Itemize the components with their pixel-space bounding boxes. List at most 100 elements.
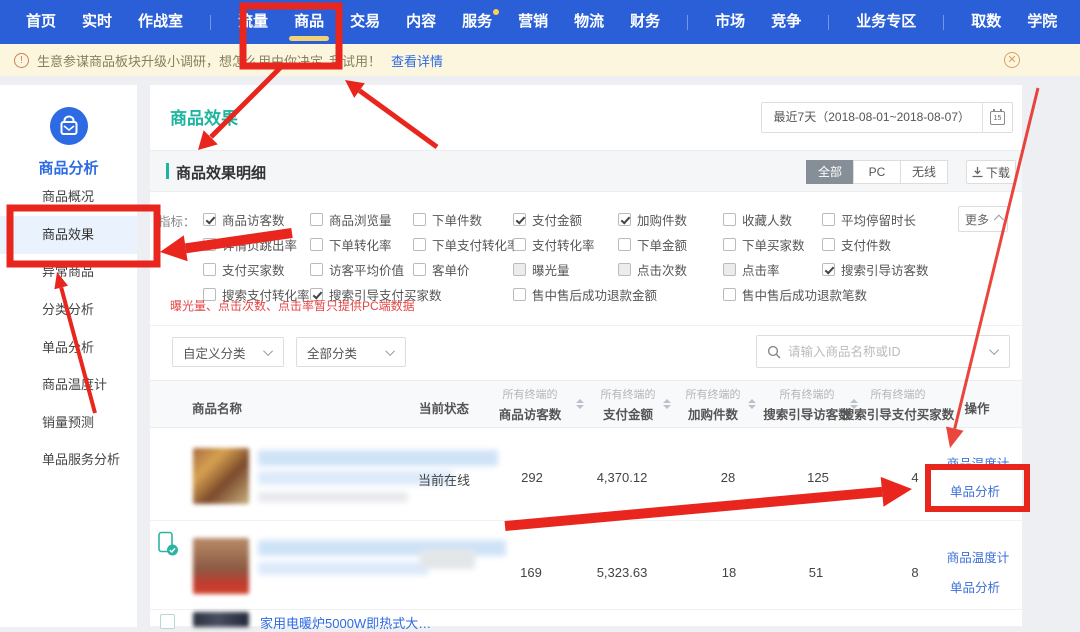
checkbox[interactable] [822,263,835,276]
nav-item-data-fetch[interactable]: 取数 [971,0,1001,44]
checkbox[interactable] [413,213,426,226]
checkbox[interactable] [513,263,526,276]
metric-favorites[interactable]: 收藏人数 [723,211,792,227]
col-action: 操作 [964,398,989,417]
nav-item-warroom[interactable]: 作战室 [138,0,183,44]
checkbox[interactable] [203,213,216,226]
sort-icon[interactable] [850,399,858,409]
metric-refund-count[interactable]: 售中售后成功退款笔数 [723,286,867,302]
product-name-link[interactable]: 家用电暖炉5000W即热式大… [260,613,431,632]
checkbox[interactable] [618,213,631,226]
nav-item-product[interactable]: 商品 [294,0,324,44]
banner-detail-link[interactable]: 查看详情 [391,51,443,70]
nav-item-logistics[interactable]: 物流 [574,0,604,44]
product-search-box[interactable] [756,335,1010,368]
nav-item-traffic[interactable]: 流量 [238,0,268,44]
checkbox[interactable] [203,238,216,251]
metric-search-guided-visitors[interactable]: 搜索引导访客数 [822,261,929,277]
metric-pay-buyers[interactable]: 支付买家数 [203,261,285,277]
metric-avg-stay-time[interactable]: 平均停留时长 [822,211,916,227]
checkbox[interactable] [203,263,216,276]
metric-order-items[interactable]: 下单件数 [413,211,482,227]
checkbox[interactable] [310,238,323,251]
checkbox[interactable] [723,238,736,251]
metric-detail-bounce-rate[interactable]: 详情页跳出率 [203,236,297,252]
metric-per-customer-price[interactable]: 客单价 [413,261,470,277]
nav-item-marketing[interactable]: 营销 [518,0,548,44]
action-product-thermometer[interactable]: 商品温度计 [947,453,1010,472]
tab-pc[interactable]: PC [853,160,901,184]
metric-visitor-avg-value[interactable]: 访客平均价值 [310,261,404,277]
date-range-picker[interactable]: 最近7天（2018-08-01~2018-08-07） 15 [761,102,1013,133]
metric-refund-amount[interactable]: 售中售后成功退款金额 [513,286,657,302]
nav-item-home[interactable]: 首页 [26,0,56,44]
custom-category-dropdown[interactable]: 自定义分类 [172,337,284,367]
calendar-icon[interactable]: 15 [982,103,1012,132]
nav-item-business-zone[interactable]: 业务专区 [856,0,916,44]
checkbox[interactable] [310,213,323,226]
metric-product-visitors[interactable]: 商品访客数 [203,211,285,227]
sort-icon[interactable] [576,399,584,409]
checkbox[interactable] [618,263,631,276]
nav-item-trade[interactable]: 交易 [350,0,380,44]
checkbox[interactable] [310,263,323,276]
product-subtext-redacted [258,492,408,502]
checkbox[interactable] [513,288,526,301]
sidebar-item-category-analysis[interactable]: 分类分析 [0,291,137,329]
checkbox[interactable] [513,238,526,251]
checkbox[interactable] [413,263,426,276]
metric-payment-amount[interactable]: 支付金额 [513,211,582,227]
metric-impressions[interactable]: 曝光量 [513,261,570,277]
metric-click-rate[interactable]: 点击率 [723,261,780,277]
action-product-thermometer[interactable]: 商品温度计 [947,547,1010,566]
search-input[interactable] [788,345,985,359]
sort-icon[interactable] [663,399,671,409]
sidebar-item-product-overview[interactable]: 商品概况 [0,178,137,216]
sidebar-item-single-product-service[interactable]: 单品服务分析 [0,441,137,479]
sidebar-item-abnormal-products[interactable]: 异常商品 [0,253,137,291]
more-button[interactable]: 更多 [958,206,1008,232]
nav-item-content[interactable]: 内容 [406,0,436,44]
metric-order-conv-rate[interactable]: 下单转化率 [310,236,392,252]
metric-order-buyers[interactable]: 下单买家数 [723,236,805,252]
metric-cart-adds[interactable]: 加购件数 [618,211,687,227]
close-icon[interactable]: ✕ [1004,52,1020,68]
product-image [193,612,249,627]
checkbox[interactable] [723,213,736,226]
checkbox[interactable] [822,238,835,251]
sidebar-item-sales-forecast[interactable]: 销量预测 [0,404,137,442]
metric-order-pay-conv-rate[interactable]: 下单支付转化率 [413,236,520,252]
nav-item-service[interactable]: 服务 [462,0,492,44]
tab-all[interactable]: 全部 [806,160,854,184]
metric-clicks[interactable]: 点击次数 [618,261,687,277]
nav-item-academy[interactable]: 学院 [1027,0,1057,44]
nav-item-finance[interactable]: 财务 [630,0,660,44]
metric-product-views[interactable]: 商品浏览量 [310,211,392,227]
action-single-product-analysis[interactable]: 单品分析 [950,577,1000,596]
metric-pay-conv-rate[interactable]: 支付转化率 [513,236,595,252]
download-button[interactable]: 下载 [966,160,1016,184]
sidebar-item-product-effect[interactable]: 商品效果 [0,216,137,254]
sidebar-item-product-thermometer[interactable]: 商品温度计 [0,366,137,404]
nav-item-realtime[interactable]: 实时 [82,0,112,44]
col-product-name: 商品名称 [192,398,242,417]
checkbox[interactable] [618,238,631,251]
search-icon [767,345,781,359]
sort-icon[interactable] [748,399,756,409]
all-category-dropdown[interactable]: 全部分类 [296,337,406,367]
banner-cta[interactable]: 我试用！ [329,51,381,70]
search-visitors-cell: 51 [809,565,823,580]
tab-wireless[interactable]: 无线 [900,160,948,184]
metric-pay-items[interactable]: 支付件数 [822,236,891,252]
nav-item-market[interactable]: 市场 [715,0,745,44]
checkbox[interactable] [822,213,835,226]
checkbox[interactable] [723,263,736,276]
checkbox[interactable] [513,213,526,226]
action-single-product-analysis[interactable]: 单品分析 [950,481,1000,500]
checkbox[interactable] [723,288,736,301]
metric-order-amount[interactable]: 下单金额 [618,236,687,252]
nav-item-competition[interactable]: 竞争 [771,0,801,44]
sidebar-item-single-product-analysis[interactable]: 单品分析 [0,329,137,367]
checkbox[interactable] [413,238,426,251]
visitors-cell: 292 [521,470,543,485]
